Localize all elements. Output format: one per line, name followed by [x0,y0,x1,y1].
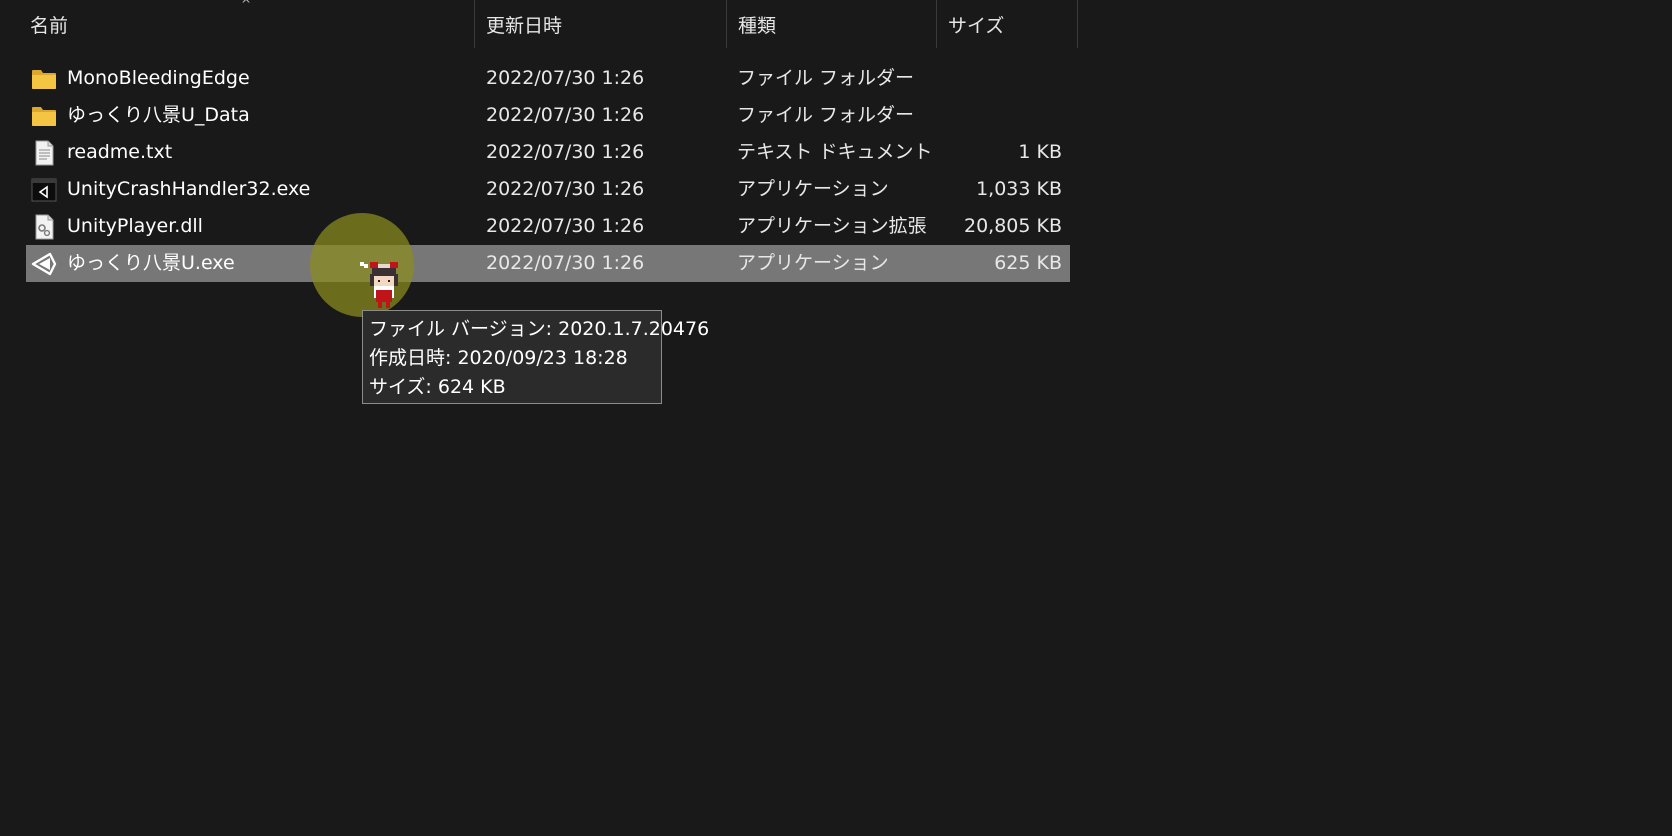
column-header-size[interactable]: サイズ [938,0,1078,48]
file-info-tooltip: ファイル バージョン: 2020.1.7.20476 作成日時: 2020/09… [362,310,710,404]
column-divider[interactable] [936,0,937,48]
file-type: テキスト ドキュメント [737,141,933,163]
file-name: UnityCrashHandler32.exe [67,178,311,200]
tooltip-file-size: サイズ: 624 KB [369,376,506,398]
file-name: ゆっくり八景U_Data [67,104,250,126]
file-row-crashhandler[interactable]: UnityCrashHandler32.exe 2022/07/30 1:26 … [26,171,1070,208]
unity-logo-icon [31,252,57,276]
file-size: 1,033 KB [976,178,1062,200]
column-header-date[interactable]: 更新日時 [476,0,726,48]
sort-ascending-icon: ^ [241,0,252,11]
file-date: 2022/07/30 1:26 [486,252,645,274]
file-type: アプリケーション [737,178,889,200]
file-type: ファイル フォルダー [737,67,915,89]
file-type: アプリケーション [737,252,889,274]
file-date: 2022/07/30 1:26 [486,104,645,126]
file-name: readme.txt [67,141,173,163]
file-name: ゆっくり八景U.exe [67,252,235,274]
text-file-icon [35,140,54,166]
column-header-size-label: サイズ [948,14,1005,37]
file-type: ファイル フォルダー [737,104,915,126]
file-list: MonoBleedingEdge 2022/07/30 1:26 ファイル フォ… [26,60,1070,282]
column-divider[interactable] [474,0,475,48]
file-explorer: 名前 ^ 更新日時 種類 サイズ MonoBleedingEdge 2022/0… [0,0,1672,836]
file-row-readme[interactable]: readme.txt 2022/07/30 1:26 テキスト ドキュメント 1… [26,134,1070,171]
folder-icon [32,70,56,89]
file-row-unityplayer-dll[interactable]: UnityPlayer.dll 2022/07/30 1:26 アプリケーション… [26,208,1070,245]
file-date: 2022/07/30 1:26 [486,141,645,163]
file-size: 625 KB [994,252,1062,274]
unity-app-icon [31,178,57,202]
folder-icon [32,107,56,126]
column-header-name-label: 名前 [30,14,69,37]
column-divider[interactable] [726,0,727,48]
file-row-monobleedingedge[interactable]: MonoBleedingEdge 2022/07/30 1:26 ファイル フォ… [26,60,1070,97]
file-type: アプリケーション拡張 [737,215,927,237]
file-size: 1 KB [1018,141,1062,163]
file-name: MonoBleedingEdge [67,67,250,89]
file-date: 2022/07/30 1:26 [486,178,645,200]
column-divider[interactable] [1077,0,1078,48]
tooltip-created-date: 作成日時: 2020/09/23 18:28 [369,347,628,369]
file-size: 20,805 KB [963,215,1062,237]
column-header-type-label: 種類 [738,14,777,37]
reimu-cursor-icon [360,262,398,308]
dll-file-icon [35,214,54,240]
file-row-yukkuri-exe[interactable]: ゆっくり八景U.exe 2022/07/30 1:26 アプリケーション 625… [26,245,1070,282]
file-name: UnityPlayer.dll [67,215,203,237]
file-date: 2022/07/30 1:26 [486,67,645,89]
column-header-date-label: 更新日時 [486,14,563,37]
column-header-type[interactable]: 種類 [728,0,936,48]
file-row-data-folder[interactable]: ゆっくり八景U_Data 2022/07/30 1:26 ファイル フォルダー [26,97,1070,134]
tooltip-file-version: ファイル バージョン: 2020.1.7.20476 [369,318,710,340]
file-date: 2022/07/30 1:26 [486,215,645,237]
